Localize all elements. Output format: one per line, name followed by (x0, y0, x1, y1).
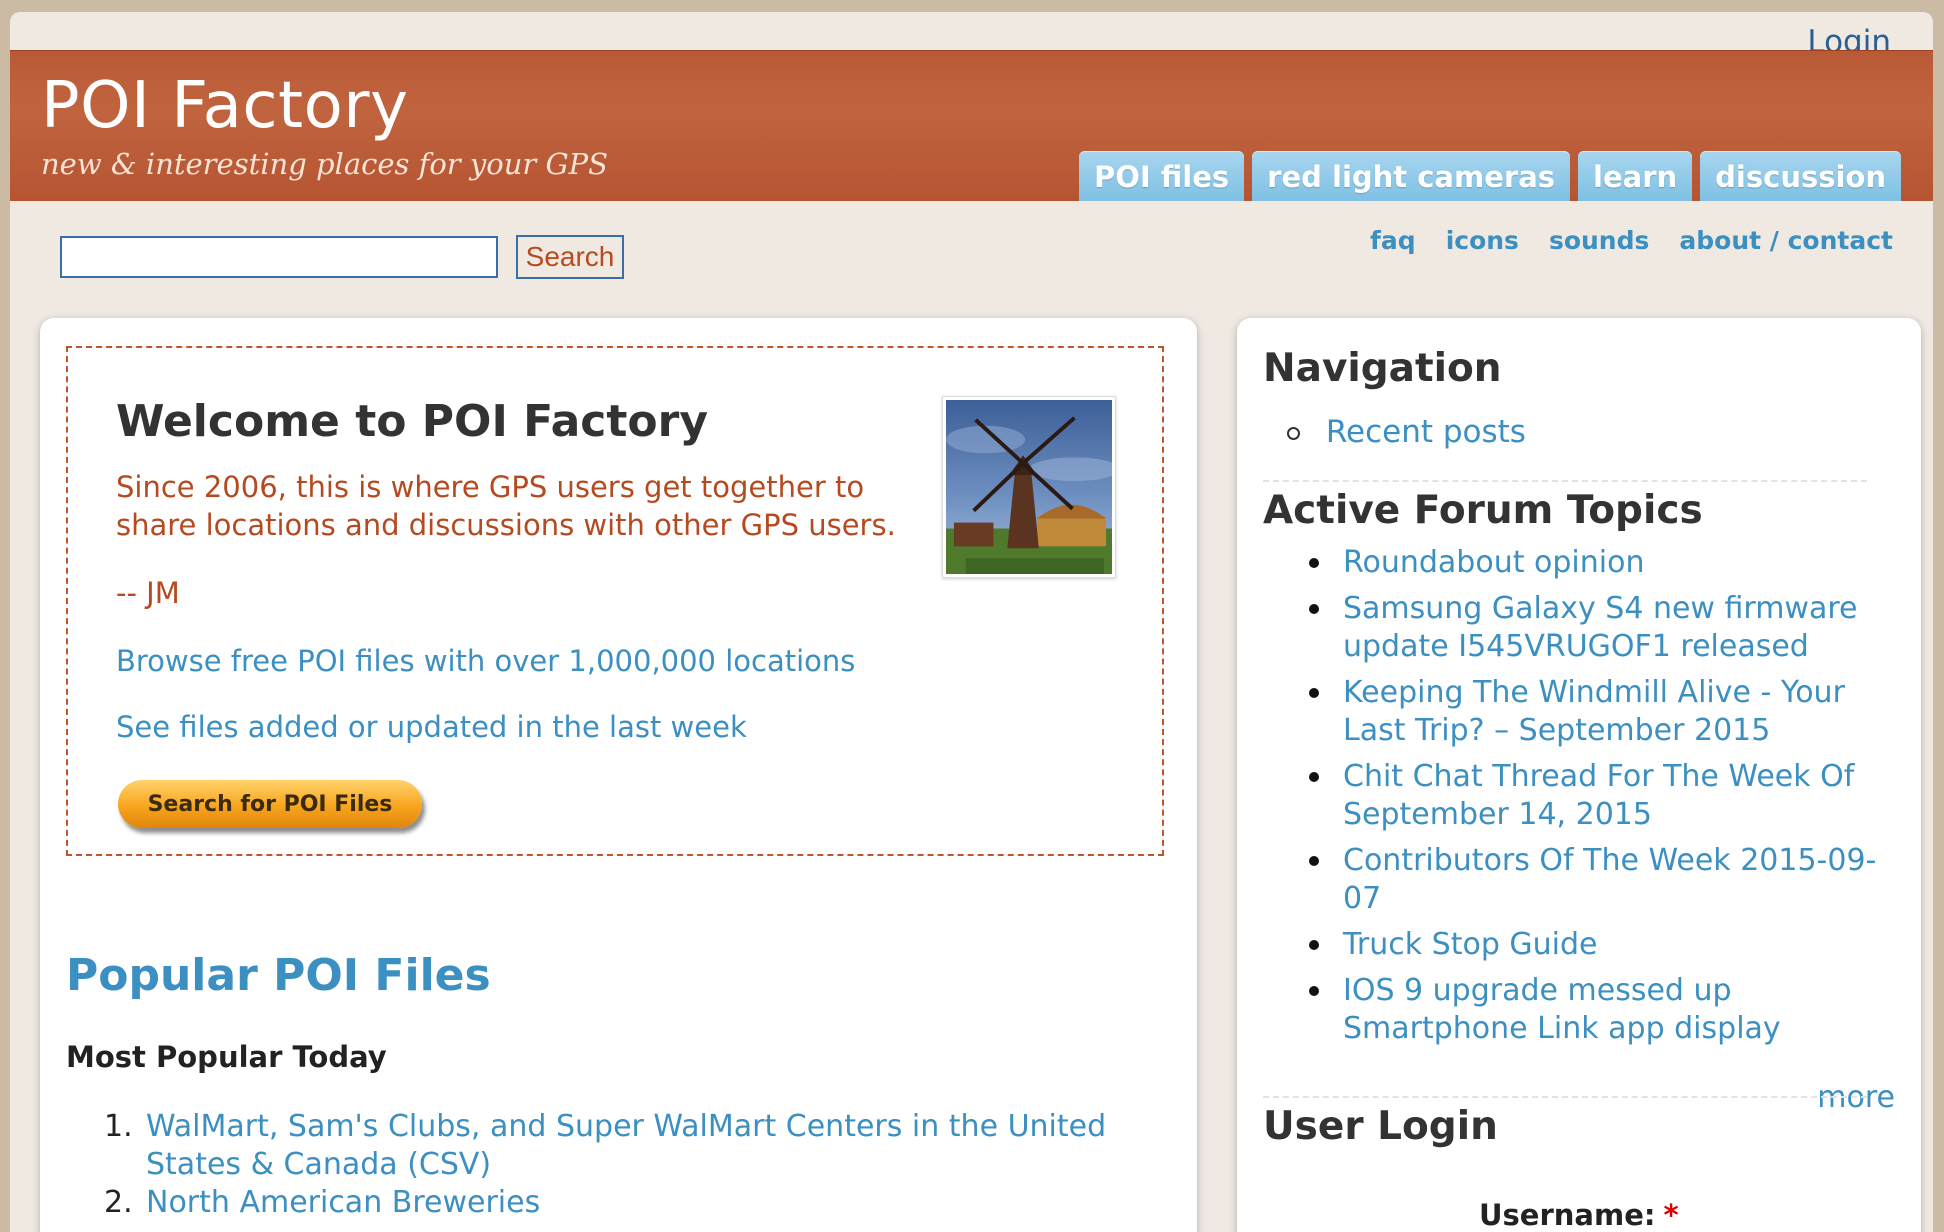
forum-topic-item: Samsung Galaxy S4 new firmware update I5… (1263, 590, 1883, 666)
tab-poi-files[interactable]: POI files (1079, 151, 1245, 201)
popular-poi-title: Popular POI Files (66, 950, 491, 1001)
forum-topic-link[interactable]: Truck Stop Guide (1343, 927, 1598, 962)
tab-learn[interactable]: learn (1578, 151, 1693, 201)
search-button[interactable]: Search (516, 235, 624, 279)
most-popular-today-label: Most Popular Today (66, 1040, 387, 1074)
required-mark: * (1663, 1198, 1679, 1232)
forum-topic-link[interactable]: Contributors Of The Week 2015-09-07 (1343, 843, 1876, 916)
username-label-text: Username: (1479, 1198, 1656, 1232)
list-item: 1. WalMart, Sam's Clubs, and Super WalMa… (66, 1108, 1146, 1184)
recent-posts-link[interactable]: Recent posts (1326, 414, 1526, 450)
windmill-image[interactable] (942, 396, 1116, 578)
forum-topic-item: Contributors Of The Week 2015-09-07 (1263, 842, 1883, 918)
welcome-signature: -- JM (116, 576, 180, 610)
tab-red-light-cameras[interactable]: red light cameras (1252, 151, 1571, 201)
list-number: 1. (104, 1109, 133, 1144)
divider (1263, 480, 1867, 482)
user-login-title: User Login (1263, 1104, 1498, 1149)
primary-tabs: POI files red light cameras learn discus… (1079, 151, 1901, 201)
secondary-links: faq icons sounds about / contact (1370, 226, 1893, 255)
forum-topic-item: Roundabout opinion (1263, 544, 1883, 582)
forum-topic-link[interactable]: Chit Chat Thread For The Week Of Septemb… (1343, 759, 1854, 832)
main-content: Welcome to POI Factory Since 2006, this … (40, 318, 1197, 1232)
popular-list: 1. WalMart, Sam's Clubs, and Super WalMa… (66, 1108, 1146, 1222)
link-icons[interactable]: icons (1446, 226, 1519, 255)
page: Login POI Factory new & interesting plac… (10, 12, 1933, 1232)
link-sounds[interactable]: sounds (1549, 226, 1649, 255)
sidebar: Navigation Recent posts Active Forum Top… (1237, 318, 1921, 1232)
forum-topic-item: IOS 9 upgrade messed up Smartphone Link … (1263, 972, 1883, 1048)
browse-poi-link[interactable]: Browse free POI files with over 1,000,00… (116, 644, 855, 678)
username-label: Username: * (1479, 1198, 1679, 1232)
nav-item-recent-posts[interactable]: Recent posts (1287, 414, 1526, 450)
site-header: POI Factory new & interesting places for… (10, 50, 1933, 201)
forum-topic-link[interactable]: Keeping The Windmill Alive - Your Last T… (1343, 675, 1845, 748)
navigation-title: Navigation (1263, 346, 1502, 391)
forum-topic-link[interactable]: Samsung Galaxy S4 new firmware update I5… (1343, 591, 1857, 664)
tab-discussion[interactable]: discussion (1700, 151, 1901, 201)
popular-item-link[interactable]: WalMart, Sam's Clubs, and Super WalMart … (146, 1109, 1106, 1182)
welcome-title: Welcome to POI Factory (116, 396, 709, 447)
list-number: 2. (104, 1185, 133, 1220)
welcome-intro: Since 2006, this is where GPS users get … (116, 470, 896, 542)
circle-bullet-icon (1287, 427, 1300, 440)
forum-topic-item: Keeping The Windmill Alive - Your Last T… (1263, 674, 1883, 750)
search-input[interactable] (60, 236, 498, 278)
recent-files-link[interactable]: See files added or updated in the last w… (116, 710, 747, 744)
search-poi-files-button[interactable]: Search for POI Files (118, 780, 422, 828)
site-title[interactable]: POI Factory (41, 69, 408, 143)
link-about-contact[interactable]: about / contact (1679, 226, 1893, 255)
forum-topic-item: Chit Chat Thread For The Week Of Septemb… (1263, 758, 1883, 834)
forum-topic-item: Truck Stop Guide (1263, 926, 1883, 964)
popular-item-link[interactable]: North American Breweries (146, 1185, 540, 1220)
forum-topic-link[interactable]: IOS 9 upgrade messed up Smartphone Link … (1343, 973, 1781, 1046)
forum-topic-link[interactable]: Roundabout opinion (1343, 545, 1644, 580)
site-slogan: new & interesting places for your GPS (41, 147, 609, 181)
forum-topics-list: Roundabout opinion Samsung Galaxy S4 new… (1263, 544, 1883, 1056)
list-item: 2. North American Breweries (66, 1184, 1146, 1222)
active-forum-topics-title: Active Forum Topics (1263, 488, 1703, 533)
link-faq[interactable]: faq (1370, 226, 1416, 255)
welcome-box: Welcome to POI Factory Since 2006, this … (66, 346, 1164, 856)
divider (1263, 1096, 1867, 1098)
